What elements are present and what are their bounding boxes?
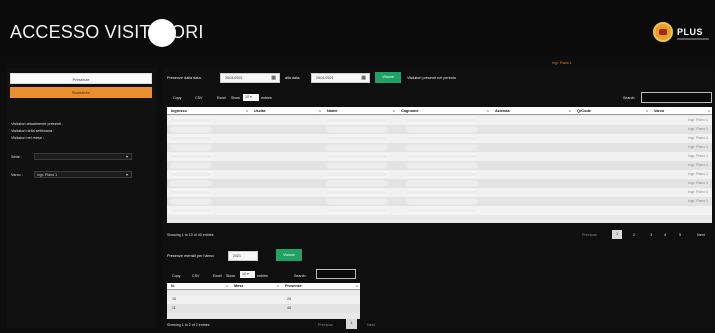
column-header-uscita[interactable]: Uscita ⇅ [250, 107, 323, 115]
stat-week-visitors: Visitatori nella settimana : [11, 129, 55, 133]
table-row[interactable]: 10 25 [167, 295, 360, 304]
csv-button[interactable]: CSV [195, 96, 202, 100]
date-to-value: 25/11/2021 [316, 76, 334, 80]
column-header-varco[interactable]: Varco ⇅ [650, 107, 712, 115]
user-gate-tag: Ingr. Piano 1 [552, 61, 572, 65]
search-label: Search: [294, 274, 307, 278]
search-input[interactable] [641, 92, 712, 103]
excel-button[interactable]: Excel [217, 96, 226, 100]
stat-month-visitors: Visitatori nel mese : [11, 136, 45, 140]
visitors-table: Ingresso ⇅ Uscita ⇅ Nome ⇅ Cognome ⇅ Azienda… [167, 107, 712, 223]
entries-label: entries [257, 274, 268, 278]
table-info: Showing 1 to 10 of 40 entries [167, 233, 214, 237]
column-header-ingresso[interactable]: Ingresso ⇅ [167, 107, 250, 115]
period-note: Visitatori presenti nel periodo [407, 76, 456, 80]
presenze-button[interactable]: Presenze [10, 73, 152, 84]
varco-select[interactable]: Ingr. Piano 1 ▾ [34, 171, 132, 178]
csv-button[interactable]: CSV [192, 274, 199, 278]
varco-select-value: Ingr. Piano 1 [37, 173, 58, 177]
pager-page-3[interactable]: 3 [650, 233, 652, 237]
entries-select[interactable]: 10 ▾ [243, 94, 259, 101]
table-row[interactable] [167, 206, 712, 215]
title-circle-logo [148, 19, 176, 47]
pager-page-4[interactable]: 4 [664, 233, 666, 237]
entries-select-value: 10 [242, 272, 246, 276]
sede-label: Sede : [11, 155, 22, 159]
chevron-down-icon: ▾ [125, 154, 128, 159]
table-row[interactable]: Ingr. Piano 1 [167, 125, 712, 134]
pager-next[interactable]: Next [367, 323, 375, 327]
column-header-azienda[interactable]: Azienda ⇅ [491, 107, 573, 115]
pager-page-2[interactable]: 2 [633, 233, 635, 237]
search-label: Search: [623, 96, 636, 100]
pager-next[interactable]: Next [697, 233, 705, 237]
year-value: 2021 [233, 254, 241, 258]
table-row[interactable]: 11 48 [167, 304, 360, 313]
varco-label: Varco : [11, 173, 23, 177]
monthly-visione-button[interactable]: Visione [276, 249, 302, 261]
table-row[interactable]: Ingr. Piano 1 [167, 134, 712, 143]
column-header-mese[interactable]: Mese ⇅ [230, 283, 281, 290]
brand-underline [677, 38, 709, 40]
table-row[interactable]: Ingr. Piano 1 [167, 116, 712, 125]
date-to-label: alla data: [285, 76, 301, 80]
table-row[interactable]: Ingr. Piano 1 [167, 197, 712, 206]
monthly-table: N. ⇅ Mese ⇅ Presenze ⇅ 10 25 11 48 [167, 283, 360, 319]
calendar-icon[interactable]: ▦ [271, 74, 276, 83]
column-header-presenze[interactable]: Presenze ⇅ [281, 283, 360, 290]
sidebar [7, 68, 157, 328]
pager-previous[interactable]: Previous [582, 233, 597, 237]
pager-page-current[interactable]: 1 [612, 230, 622, 239]
column-header-n[interactable]: N. ⇅ [167, 283, 230, 290]
sede-select[interactable]: ▾ [34, 153, 132, 160]
column-header-nome[interactable]: Nome ⇅ [323, 107, 397, 115]
chevron-down-icon: ▾ [125, 172, 128, 177]
date-from-value: 25/11/2021 [225, 76, 243, 80]
stat-current-visitors: Visitatori attualmente presenti : [11, 122, 64, 126]
statistiche-button[interactable]: Statistiche [10, 87, 152, 98]
table-row[interactable]: Ingr. Piano 1 [167, 143, 712, 152]
monthly-label: Presenze mensili per l'anno: [167, 254, 215, 258]
excel-button[interactable]: Excel [213, 274, 222, 278]
copy-button[interactable]: Copy [173, 96, 181, 100]
calendar-icon[interactable]: ▦ [361, 74, 366, 83]
table-row[interactable]: Ingr. Piano 1 [167, 161, 712, 170]
table2-info: Showing 1 to 2 of 2 entries [167, 323, 210, 327]
brand-logo-icon [653, 22, 673, 42]
show-label: Show [231, 96, 240, 100]
show-label: Show [226, 274, 235, 278]
visione-button[interactable]: Visione [375, 72, 401, 83]
table-row[interactable]: Ingr. Piano 1 [167, 188, 712, 197]
date-to-input[interactable]: 25/11/2021 ▦ [311, 73, 370, 83]
entries-select-value: 10 [245, 95, 249, 99]
date-from-input[interactable]: 25/11/2021 ▦ [220, 73, 280, 83]
table-row[interactable]: Ingr. Piano 1 [167, 170, 712, 179]
column-header-qrcode[interactable]: QrCode ⇅ [573, 107, 650, 115]
entries-select[interactable]: 10 ▾ [240, 271, 255, 278]
date-from-label: Presenze dalla data: [167, 76, 202, 80]
search-input[interactable] [316, 269, 356, 279]
entries-label: entries [261, 96, 272, 100]
brand-text: PLUS [677, 27, 704, 37]
copy-button[interactable]: Copy [172, 274, 180, 278]
pager-page-5[interactable]: 5 [679, 233, 681, 237]
table-row[interactable]: Ingr. Piano 1 [167, 179, 712, 188]
table-row[interactable]: Ingr. Piano 1 [167, 152, 712, 161]
pager-page-current[interactable]: 1 [346, 319, 357, 329]
column-header-cognome[interactable]: Cognome ⇅ [397, 107, 491, 115]
pager-previous[interactable]: Previous [318, 323, 333, 327]
year-input[interactable]: 2021 [228, 251, 258, 261]
